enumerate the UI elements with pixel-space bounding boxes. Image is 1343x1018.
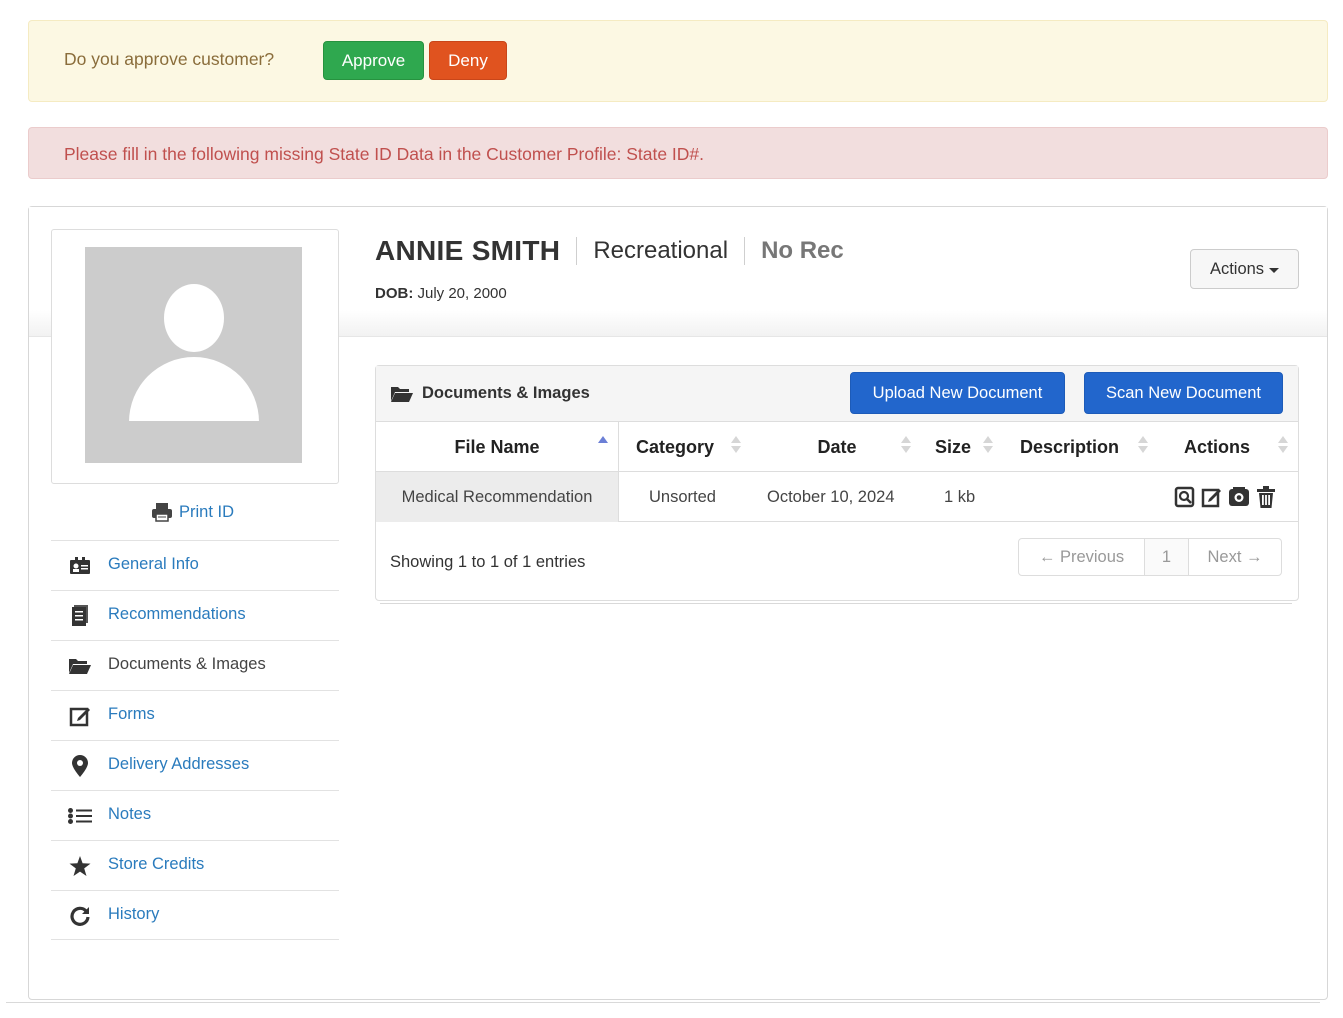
caret-down-icon (1269, 267, 1280, 273)
documents-panel-header: Documents & Images Upload New Document S… (376, 366, 1298, 422)
sidebar-item-delivery-addresses[interactable]: Delivery Addresses (51, 740, 339, 790)
view-icon[interactable] (1174, 485, 1196, 509)
column-header-category[interactable]: Category (619, 422, 757, 472)
deny-button[interactable]: Deny (429, 41, 507, 80)
column-label: Date (817, 436, 857, 457)
sidebar-item-label: Documents & Images (108, 655, 266, 673)
sidebar-item-label: Recommendations (108, 605, 246, 623)
sort-icon (901, 436, 911, 458)
documents-panel: Documents & Images Upload New Document S… (375, 365, 1299, 601)
heading-divider (576, 237, 578, 265)
sort-asc-icon (598, 436, 608, 458)
folder-open-icon (391, 386, 413, 402)
sort-icon (1278, 436, 1288, 458)
pagination-page-1[interactable]: 1 (1145, 539, 1189, 575)
sidebar-item-label: Delivery Addresses (108, 755, 250, 773)
cell-category: Unsorted (649, 487, 716, 506)
column-header-actions[interactable]: Actions (1154, 422, 1298, 472)
sidebar-item-label: Forms (108, 705, 155, 723)
column-label: Size (935, 436, 972, 457)
printer-icon (152, 503, 172, 522)
sidebar-item-documents-images[interactable]: Documents & Images (51, 640, 339, 690)
pagination-next[interactable]: Next → (1189, 539, 1281, 575)
approve-button[interactable]: Approve (323, 41, 424, 80)
panel-bottom-shadow (6, 998, 1320, 1003)
cell-file-name: Medical Recommendation (376, 472, 619, 522)
customer-type: Recreational (593, 237, 729, 264)
cell-date: October 10, 2024 (767, 487, 895, 506)
sidebar-item-notes[interactable]: Notes (51, 790, 339, 840)
column-label: Actions (1184, 436, 1251, 457)
table-row: Medical Recommendation Unsorted October … (376, 472, 1298, 522)
sort-icon (1138, 436, 1148, 458)
customer-name: ANNIE SMITH (375, 235, 561, 266)
sidebar-item-recommendations[interactable]: Recommendations (51, 590, 339, 640)
column-label: Description (1020, 436, 1120, 457)
sidebar-item-label: General Info (108, 555, 199, 573)
column-header-size[interactable]: Size (917, 422, 998, 472)
scan-document-button[interactable]: Scan New Document (1084, 372, 1283, 414)
scan-icon[interactable] (1228, 485, 1250, 509)
trash-icon[interactable] (1255, 485, 1277, 509)
documents-table-header: File Name Category Date Size Description… (376, 422, 1298, 472)
sidebar-item-label: Store Credits (108, 855, 205, 873)
history-icon (68, 905, 92, 927)
missing-data-alert: Please fill in the following missing Sta… (28, 127, 1328, 179)
upload-document-button[interactable]: Upload New Document (850, 372, 1065, 414)
missing-data-message: Please fill in the following missing Sta… (64, 144, 705, 164)
list-icon (68, 805, 92, 827)
sidebar-item-forms[interactable]: Forms (51, 690, 339, 740)
column-label: Category (636, 436, 715, 457)
sidebar-item-history[interactable]: History (51, 890, 339, 940)
sort-icon (983, 436, 993, 458)
sidebar-item-label: Notes (108, 805, 152, 823)
column-header-date[interactable]: Date (757, 422, 917, 472)
edit-icon (68, 705, 92, 727)
documents-title-text: Documents & Images (422, 384, 590, 402)
sidebar-item-general-info[interactable]: General Info (51, 540, 339, 590)
map-marker-icon (68, 755, 92, 777)
actions-label: Actions (1209, 259, 1265, 278)
document-icon (68, 605, 92, 627)
column-label: File Name (454, 436, 540, 457)
sidebar-item-label: History (108, 905, 160, 923)
table-info: Showing 1 to 1 of 1 entries (390, 553, 586, 571)
star-icon (68, 855, 92, 877)
column-header-file-name[interactable]: File Name (376, 422, 619, 472)
avatar-placeholder (85, 247, 302, 463)
id-card-icon (68, 555, 92, 577)
pagination: ← Previous 1 Next → (1018, 538, 1282, 576)
documents-title: Documents & Images (390, 384, 590, 403)
print-id-label: Print ID (179, 502, 235, 521)
dob-value: July 20, 2000 (417, 285, 507, 302)
sort-icon (731, 436, 741, 458)
profile-sidebar-nav: General Info Recommendations Documents &… (51, 540, 339, 940)
column-header-description[interactable]: Description (998, 422, 1154, 472)
cell-size: 1 kb (944, 487, 976, 506)
sidebar-item-store-credits[interactable]: Store Credits (51, 840, 339, 890)
pagination-previous[interactable]: ← Previous (1019, 539, 1145, 575)
print-id-link[interactable]: Print ID (151, 501, 234, 523)
approval-question: Do you approve customer? (64, 49, 275, 69)
documents-panel-shadow (380, 600, 1292, 604)
actions-dropdown-button[interactable]: Actions (1190, 249, 1299, 289)
heading-divider (744, 237, 746, 265)
rec-status: No Rec (761, 237, 844, 264)
approval-alert: Do you approve customer? Approve Deny (28, 20, 1328, 102)
customer-heading: ANNIE SMITH Recreational No Rec (375, 233, 844, 269)
dob-line: DOB: July 20, 2000 (375, 285, 507, 302)
dob-label: DOB: (375, 285, 414, 302)
profile-photo-frame (51, 229, 339, 484)
row-actions (1174, 485, 1277, 509)
folder-open-icon (68, 655, 92, 677)
edit-icon[interactable] (1201, 485, 1223, 509)
